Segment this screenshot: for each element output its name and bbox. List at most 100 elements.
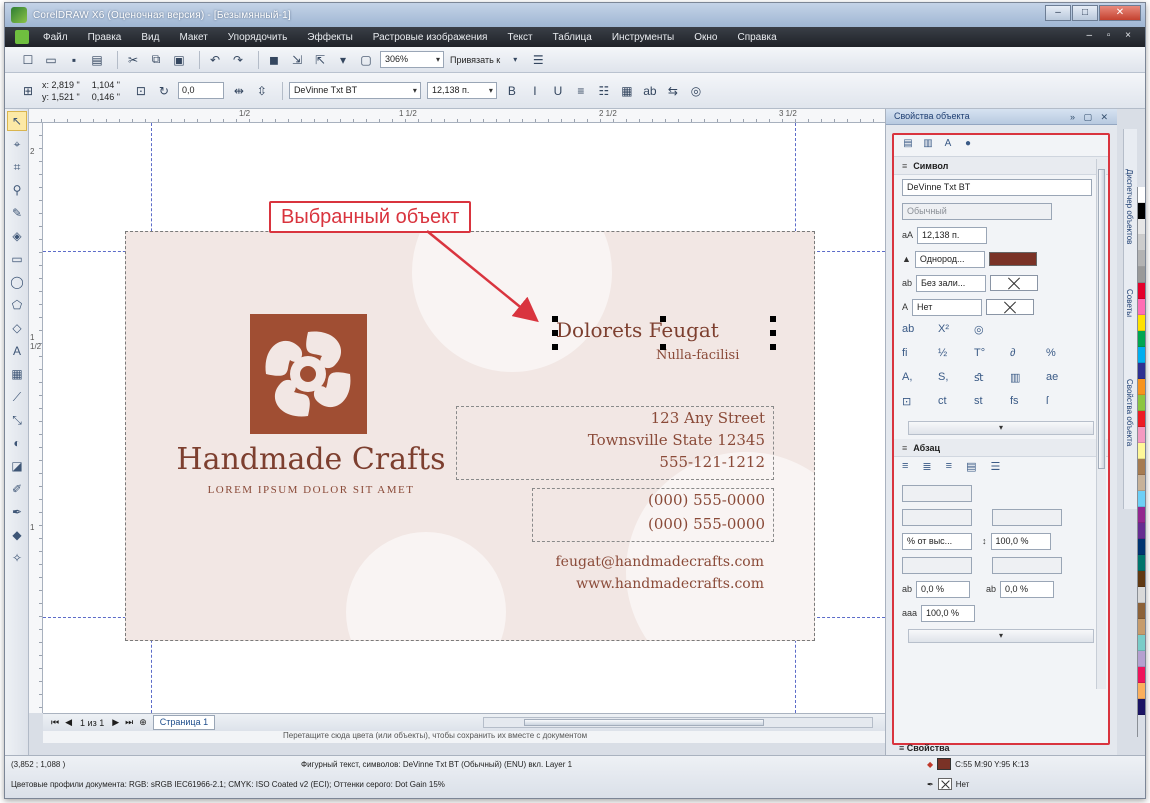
menu-view[interactable]: Вид	[141, 32, 159, 43]
title-icon[interactable]: T°	[974, 347, 1010, 365]
zoom-tool-icon[interactable]: ⚲	[7, 180, 27, 200]
text-direction-icon[interactable]: ⇆	[664, 82, 682, 100]
indent-right-field[interactable]	[992, 508, 1062, 526]
superscript-icon[interactable]: X²	[938, 323, 974, 341]
blend-tool-icon[interactable]: ◐	[7, 433, 27, 453]
ornament-icon[interactable]: ▥	[1010, 371, 1046, 389]
indent-first-line-field[interactable]	[902, 484, 972, 502]
full-screen-preview-icon[interactable]: ▢	[357, 51, 375, 69]
italic-icon[interactable]: I	[526, 82, 544, 100]
company-name-text[interactable]: Handmade Crafts	[166, 442, 456, 477]
paragraph-section-header[interactable]: ≡ Абзац	[894, 439, 1108, 457]
snap-to-dropdown[interactable]: Привязать к	[450, 55, 500, 65]
height-field[interactable]: 0,146 "	[92, 91, 120, 103]
palette-swatch[interactable]	[1138, 603, 1145, 619]
crafts-logo[interactable]	[250, 314, 367, 434]
expand-character-button[interactable]: ▾	[908, 421, 1094, 435]
palette-swatch[interactable]	[1138, 699, 1145, 715]
next-page-icon[interactable]: ▶	[112, 717, 119, 728]
scrollbar-thumb[interactable]	[524, 719, 764, 726]
space-after-field[interactable]	[992, 556, 1062, 574]
crop-tool-icon[interactable]: ⌗	[7, 157, 27, 177]
font-family-select[interactable]: DeVinne Txt BT ▾	[288, 82, 421, 99]
selection-handle[interactable]	[552, 316, 558, 322]
character-properties-icon[interactable]: A	[940, 138, 956, 154]
historic-icon[interactable]: ﬆ	[974, 371, 1010, 389]
palette-swatch[interactable]	[1138, 491, 1145, 507]
selected-name-text[interactable]: Dolorets Feugat	[556, 318, 719, 342]
indent-left-field[interactable]	[902, 508, 972, 526]
ligature-icon[interactable]: fi	[902, 347, 938, 365]
align-right-icon[interactable]: ≡	[946, 460, 952, 478]
bold-icon[interactable]: B	[503, 82, 521, 100]
last-page-icon[interactable]: ⏭	[125, 717, 133, 728]
swash-icon[interactable]: ∂	[1010, 347, 1046, 365]
selection-handle[interactable]	[770, 316, 776, 322]
fill-properties-icon[interactable]: ▥	[920, 138, 936, 154]
shape-tool-icon[interactable]: ⌖	[7, 134, 27, 154]
no-outline-swatch[interactable]	[986, 299, 1035, 315]
outline-pen-icon[interactable]: ✒	[7, 502, 27, 522]
palette-swatch[interactable]	[1138, 523, 1145, 539]
palette-swatch[interactable]	[1138, 555, 1145, 571]
palette-swatch[interactable]	[1138, 379, 1145, 395]
glyph-icon[interactable]: ſ	[1046, 395, 1082, 413]
underline-icon[interactable]: U	[549, 82, 567, 100]
palette-swatch[interactable]	[1138, 251, 1145, 267]
menu-text[interactable]: Текст	[507, 32, 532, 43]
ellipse-tool-icon[interactable]: ◯	[7, 272, 27, 292]
publish-pdf-icon[interactable]: ▾	[334, 51, 352, 69]
character-section-header[interactable]: ≡ Символ	[894, 157, 1108, 175]
frame-icon[interactable]: ⊡	[902, 395, 938, 413]
menu-bitmaps[interactable]: Растровые изображения	[373, 32, 488, 43]
vertical-ruler[interactable]: 2 1 1/2 1	[29, 123, 43, 713]
search-content-icon[interactable]: ◼	[265, 51, 283, 69]
menu-effects[interactable]: Эффекты	[307, 32, 352, 43]
lock-ratio-icon[interactable]: ⊡	[132, 82, 150, 100]
new-document-icon[interactable]: ☐	[19, 51, 37, 69]
text-tool-icon[interactable]: A	[7, 341, 27, 361]
menu-file[interactable]: Файл	[43, 32, 68, 43]
company-tagline-text[interactable]: LOREM IPSUM DOLOR SIT AMET	[166, 484, 456, 496]
kerning-icon[interactable]: ab	[902, 323, 938, 341]
frame-properties-icon[interactable]: ●	[960, 138, 976, 154]
char-spacing-field[interactable]: 0,0 %	[916, 580, 971, 598]
align-left-icon[interactable]: ≡	[902, 460, 908, 478]
discretionary-icon[interactable]: ct	[938, 395, 974, 413]
paste-icon[interactable]: ▣	[170, 51, 188, 69]
fill-indicator[interactable]: ◆ C:55 M:90 Y:95 K:13	[927, 758, 1029, 770]
palette-swatch[interactable]	[1138, 267, 1145, 283]
horizontal-ruler[interactable]: 1/2 1 1/2 2 1/2 3 1/2	[29, 109, 885, 123]
mirror-vertical-icon[interactable]: ⇳	[253, 82, 271, 100]
palette-swatch[interactable]	[1138, 651, 1145, 667]
palette-swatch[interactable]	[1138, 187, 1145, 203]
no-fill-swatch[interactable]	[990, 275, 1039, 291]
smart-fill-icon[interactable]: ◈	[7, 226, 27, 246]
phone-text-frame[interactable]: (000) 555-0000 (000) 555-0000	[532, 488, 774, 542]
tab-object-properties[interactable]: Свойства объекта	[1125, 379, 1134, 446]
minimize-button[interactable]: –	[1045, 5, 1071, 21]
palette-swatch[interactable]	[1138, 315, 1145, 331]
expand-paragraph-button[interactable]: ▾	[908, 629, 1094, 643]
export-icon[interactable]: ⇱	[311, 51, 329, 69]
basic-shapes-icon[interactable]: ◇	[7, 318, 27, 338]
table-tool-icon[interactable]: ▦	[7, 364, 27, 384]
menu-layout[interactable]: Макет	[179, 32, 207, 43]
fill-tool-icon[interactable]: ◆	[7, 525, 27, 545]
fill-color-swatch[interactable]	[988, 252, 1037, 266]
palette-swatch[interactable]	[1138, 539, 1145, 555]
horizontal-scrollbar[interactable]	[483, 717, 873, 728]
transparency-tool-icon[interactable]: ◪	[7, 456, 27, 476]
previous-page-icon[interactable]: ◀	[65, 717, 72, 728]
close-button[interactable]: ✕	[1099, 5, 1141, 21]
bullet-list-icon[interactable]: ☷	[595, 82, 613, 100]
palette-swatch[interactable]	[1138, 235, 1145, 251]
alternate-icon[interactable]: A,	[902, 371, 938, 389]
cut-icon[interactable]: ✂	[124, 51, 142, 69]
tab-hints[interactable]: Советы	[1125, 289, 1134, 317]
palette-swatch[interactable]	[1138, 299, 1145, 315]
width-field[interactable]: 1,104 "	[92, 79, 120, 91]
person-subtitle-text[interactable]: Nulla-facilisi	[656, 348, 739, 363]
address-text-frame[interactable]: 123 Any Street Townsville State 12345 55…	[456, 406, 774, 480]
docker-controls[interactable]: » ▢ ✕	[1070, 110, 1111, 125]
